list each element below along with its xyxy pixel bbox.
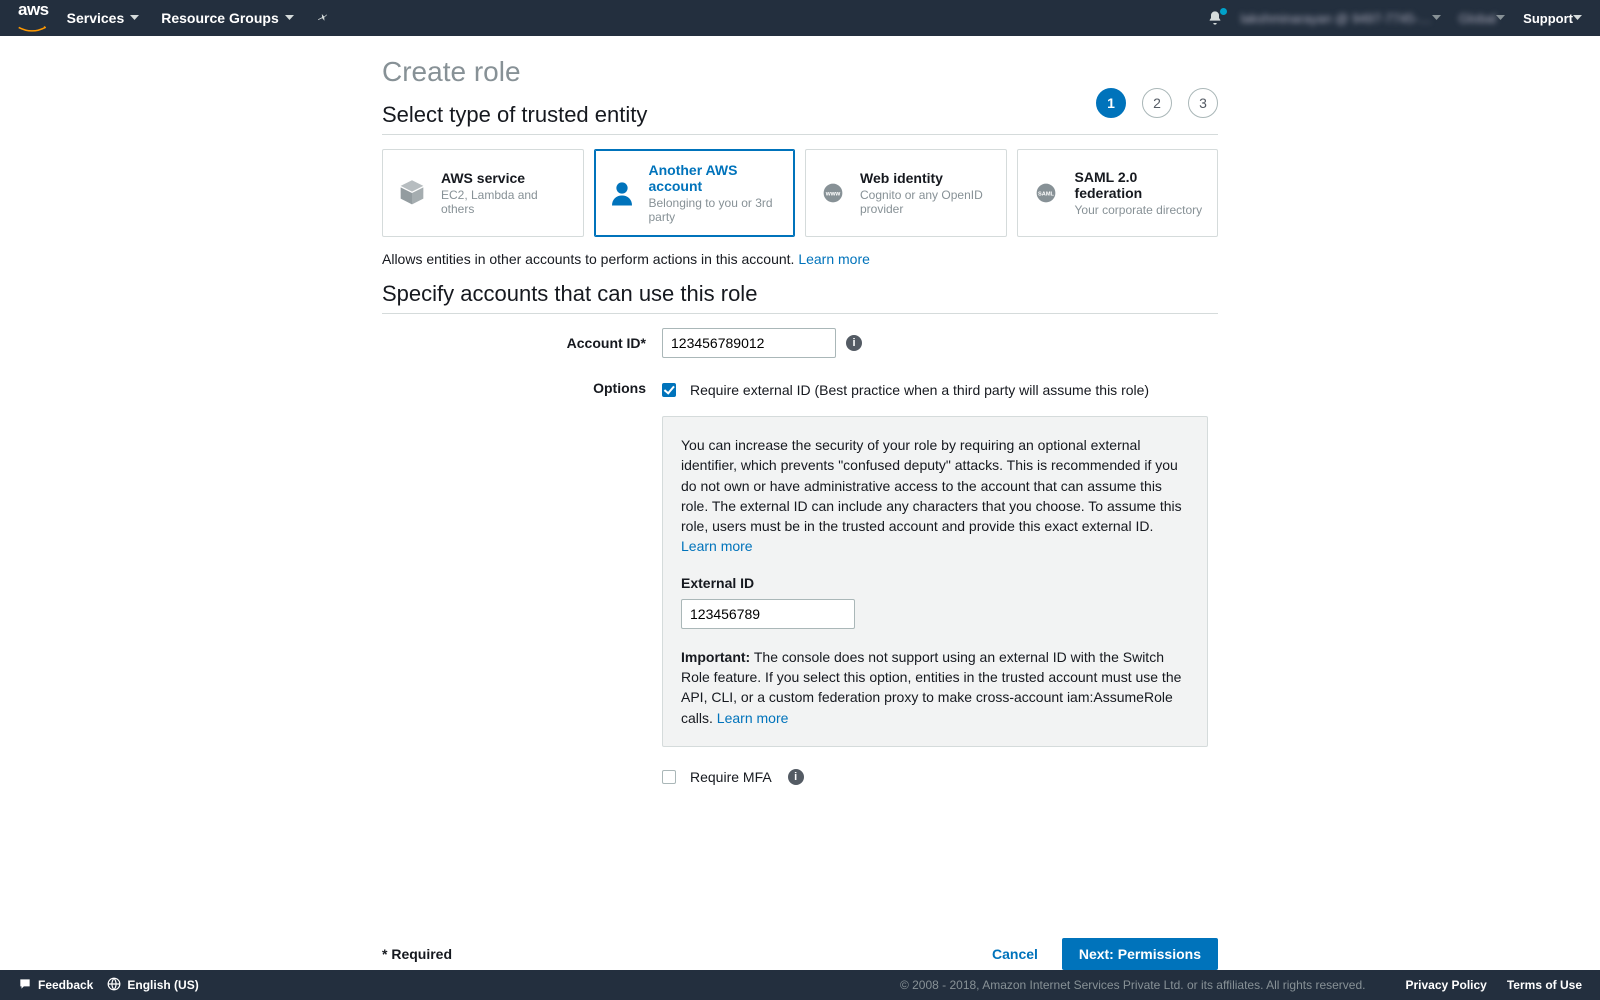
chevron-down-icon	[1573, 15, 1582, 21]
nav-support-label: Support	[1523, 11, 1573, 26]
require-mfa-label: Require MFA	[690, 769, 772, 785]
nav-services-label: Services	[67, 10, 125, 26]
account-id-input[interactable]	[662, 328, 836, 358]
chevron-down-icon	[285, 15, 294, 21]
footer-language-label: English (US)	[127, 978, 198, 992]
chevron-down-icon	[130, 15, 139, 21]
nav-resource-groups-label: Resource Groups	[161, 10, 278, 26]
entity-help-line: Allows entities in other accounts to per…	[382, 251, 1218, 267]
footer-feedback-label: Feedback	[38, 978, 93, 992]
nav-services[interactable]: Services	[67, 10, 140, 26]
entity-card-sub: Your corporate directory	[1075, 203, 1205, 217]
nav-region[interactable]: Global	[1459, 11, 1506, 26]
saml-badge-icon: SAML	[1030, 176, 1063, 210]
aws-logo[interactable]: aws	[18, 0, 49, 36]
section-trusted-entity-title: Select type of trusted entity	[382, 102, 1218, 128]
notification-dot	[1220, 8, 1227, 15]
nav-support[interactable]: Support	[1523, 11, 1582, 26]
section-accounts-title: Specify accounts that can use this role	[382, 281, 1218, 307]
footer-copyright: © 2008 - 2018, Amazon Internet Services …	[900, 978, 1366, 992]
www-badge-icon: www	[818, 176, 848, 210]
user-icon	[607, 176, 637, 210]
divider	[382, 313, 1218, 314]
info-icon[interactable]: i	[846, 335, 862, 351]
next-button[interactable]: Next: Permissions	[1062, 938, 1218, 970]
external-id-explainer: You can increase the security of your ro…	[681, 435, 1189, 557]
entity-card-title: SAML 2.0 federation	[1075, 169, 1205, 201]
learn-more-link[interactable]: Learn more	[681, 538, 753, 554]
top-nav: aws Services Resource Groups lakshminara…	[0, 0, 1600, 36]
globe-icon	[107, 977, 121, 994]
account-id-label: Account ID*	[382, 335, 662, 351]
nav-account[interactable]: lakshminarayan @ 9497-7745-…	[1241, 11, 1441, 26]
wizard-step-2[interactable]: 2	[1142, 88, 1172, 118]
nav-notifications[interactable]	[1207, 10, 1223, 26]
entity-card-sub: Belonging to you or 3rd party	[649, 196, 783, 224]
footer-terms-link[interactable]: Terms of Use	[1507, 978, 1582, 992]
pushpin-icon	[313, 8, 333, 28]
divider	[382, 134, 1218, 135]
entity-card-web-identity[interactable]: www Web identity Cognito or any OpenID p…	[805, 149, 1007, 237]
nav-resource-groups[interactable]: Resource Groups	[161, 10, 293, 26]
speech-bubble-icon	[18, 977, 32, 994]
main-content: Create role 1 2 3 Select type of trusted…	[382, 36, 1218, 931]
account-id-row: Account ID* i	[382, 328, 1218, 358]
wizard-step-1[interactable]: 1	[1096, 88, 1126, 118]
require-mfa-checkbox[interactable]	[662, 770, 676, 784]
external-id-panel: You can increase the security of your ro…	[662, 416, 1208, 747]
entity-help-text: Allows entities in other accounts to per…	[382, 251, 798, 267]
require-external-id-label: Require external ID (Best practice when …	[690, 382, 1149, 398]
entity-card-sub: EC2, Lambda and others	[441, 188, 571, 216]
cancel-button[interactable]: Cancel	[992, 946, 1038, 962]
footer-privacy-link[interactable]: Privacy Policy	[1405, 978, 1486, 992]
chevron-down-icon	[1496, 15, 1505, 21]
entity-card-another-account[interactable]: Another AWS account Belonging to you or …	[594, 149, 796, 237]
important-label: Important:	[681, 649, 750, 665]
entity-card-saml[interactable]: SAML SAML 2.0 federation Your corporate …	[1017, 149, 1219, 237]
chevron-down-icon	[1432, 15, 1441, 21]
info-icon[interactable]: i	[788, 769, 804, 785]
required-hint: * Required	[382, 946, 452, 962]
svg-text:SAML: SAML	[1038, 192, 1054, 198]
entity-card-title: Another AWS account	[649, 162, 783, 194]
entity-card-title: AWS service	[441, 170, 571, 186]
entity-card-title: Web identity	[860, 170, 994, 186]
page-title: Create role	[382, 56, 1218, 88]
nav-pin[interactable]	[316, 11, 330, 25]
external-id-explainer-text: You can increase the security of your ro…	[681, 437, 1182, 534]
options-label: Options	[382, 378, 662, 396]
external-id-important: Important: The console does not support …	[681, 647, 1189, 728]
entity-card-sub: Cognito or any OpenID provider	[860, 188, 994, 216]
entity-card-aws-service[interactable]: AWS service EC2, Lambda and others	[382, 149, 584, 237]
wizard-step-3[interactable]: 3	[1188, 88, 1218, 118]
entity-type-cards: AWS service EC2, Lambda and others Anoth…	[382, 149, 1218, 237]
external-id-input[interactable]	[681, 599, 855, 629]
options-row: Options Require external ID (Best practi…	[382, 378, 1218, 785]
footer-feedback[interactable]: Feedback	[18, 977, 93, 994]
learn-more-link[interactable]: Learn more	[717, 710, 789, 726]
require-external-id-row: Require external ID (Best practice when …	[662, 382, 1218, 398]
cube-icon	[395, 176, 429, 210]
nav-account-label: lakshminarayan @ 9497-7745-…	[1241, 11, 1432, 26]
footer: Feedback English (US) © 2008 - 2018, Ama…	[0, 970, 1600, 1000]
footer-language[interactable]: English (US)	[107, 977, 198, 994]
learn-more-link[interactable]: Learn more	[798, 251, 870, 267]
require-external-id-checkbox[interactable]	[662, 383, 676, 397]
wizard-steps: 1 2 3	[1096, 88, 1218, 118]
external-id-label: External ID	[681, 575, 1189, 591]
action-bar: * Required Cancel Next: Permissions	[0, 926, 1600, 970]
require-mfa-row: Require MFA i	[662, 769, 1218, 785]
nav-region-label: Global	[1459, 11, 1497, 26]
svg-text:www: www	[825, 191, 841, 198]
